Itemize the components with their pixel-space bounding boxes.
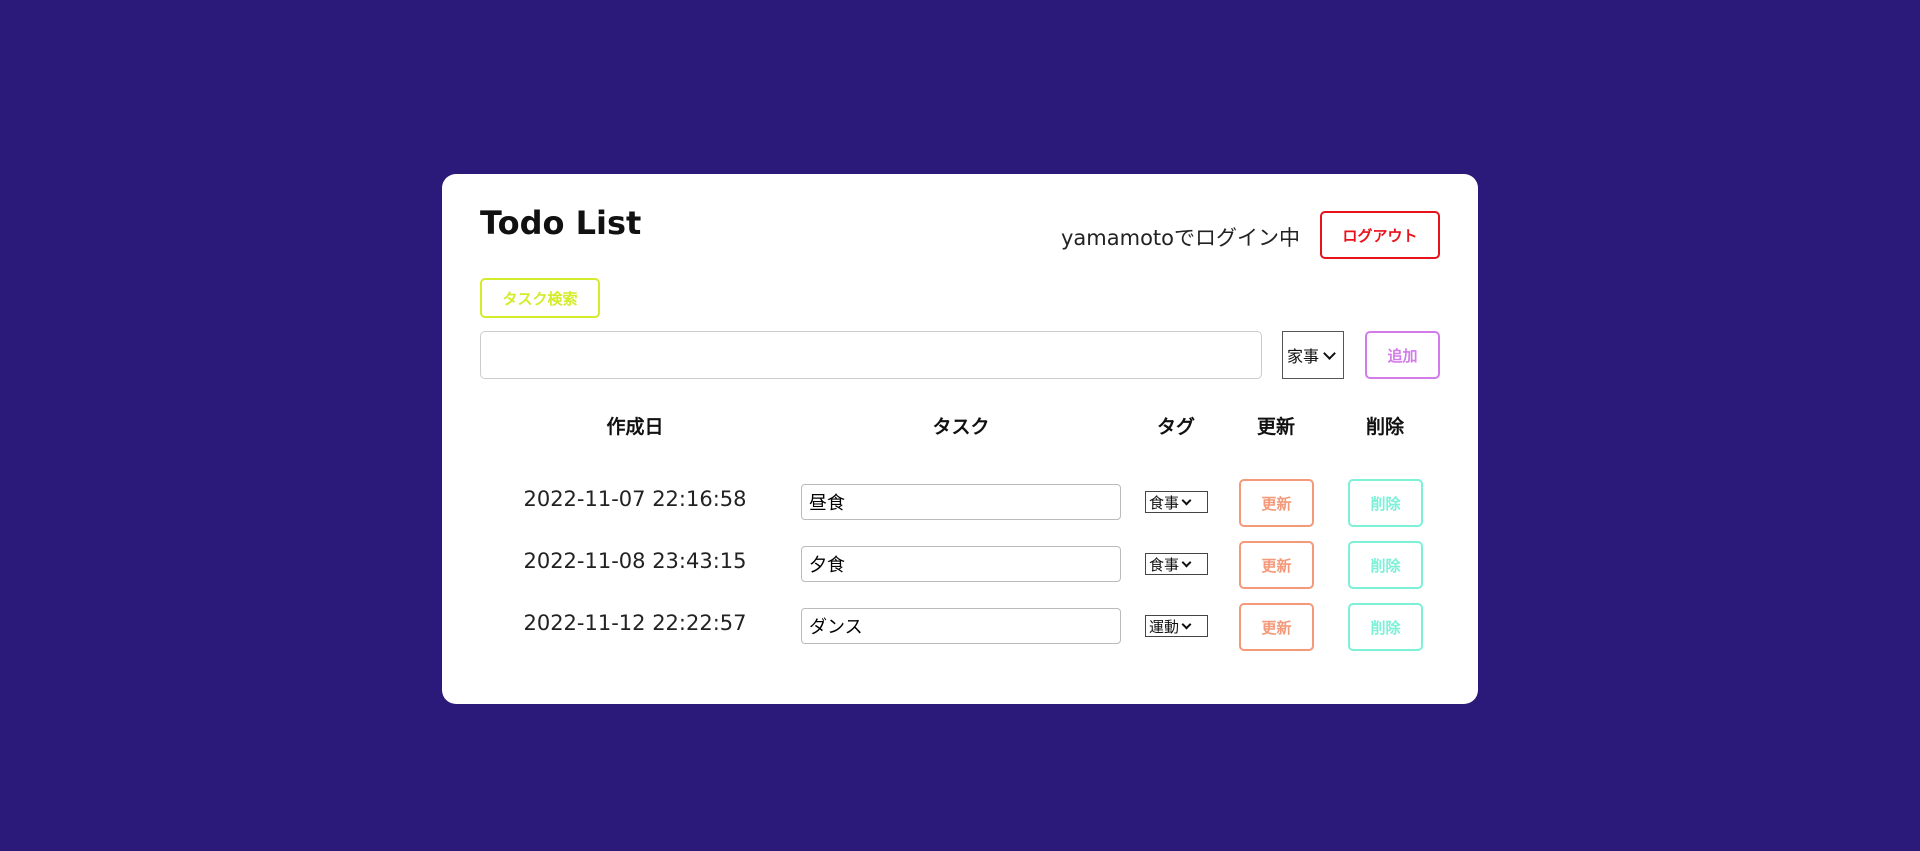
column-header-task: タスク: [932, 416, 990, 438]
column-header-update: 更新: [1256, 416, 1296, 438]
row-update-button[interactable]: 更新: [1239, 603, 1314, 651]
add-task-button[interactable]: 追加: [1365, 331, 1440, 379]
new-task-tag-value: 家事: [1287, 347, 1320, 366]
row-delete-button[interactable]: 削除: [1348, 479, 1423, 527]
row-created-date: 2022-11-08 23:43:15: [523, 549, 747, 573]
task-search-button[interactable]: タスク検索: [480, 278, 600, 318]
column-header-delete: 削除: [1365, 416, 1405, 438]
row-tag-value: 運動: [1149, 617, 1180, 636]
row-update-button[interactable]: 更新: [1239, 541, 1314, 589]
column-header-created: 作成日: [606, 416, 664, 438]
row-task-input[interactable]: [801, 484, 1121, 520]
chevron-down-icon: [1181, 495, 1192, 506]
row-delete-button[interactable]: 削除: [1348, 603, 1423, 651]
row-created-date: 2022-11-07 22:16:58: [523, 487, 747, 511]
page-title: Todo List: [480, 204, 642, 242]
login-status: yamamotoでログイン中: [1060, 226, 1300, 250]
row-tag-value: 食事: [1149, 493, 1180, 512]
logout-button[interactable]: ログアウト: [1320, 211, 1440, 259]
row-task-input[interactable]: [801, 608, 1121, 644]
row-created-date: 2022-11-12 22:22:57: [523, 611, 747, 635]
row-tag-value: 食事: [1149, 555, 1180, 574]
chevron-down-icon: [1323, 346, 1336, 360]
row-tag-select[interactable]: 運動: [1145, 615, 1208, 637]
todo-card: Todo List yamamotoでログイン中 ログアウト タスク検索 家事 …: [442, 174, 1478, 704]
chevron-down-icon: [1181, 619, 1192, 630]
chevron-down-icon: [1181, 557, 1192, 568]
column-header-tag: タグ: [1156, 416, 1196, 438]
table-row: 2022-11-07 22:16:58 食事 更新 削除: [442, 479, 1478, 529]
row-tag-select[interactable]: 食事: [1145, 491, 1208, 513]
new-task-tag-select[interactable]: 家事: [1282, 331, 1344, 379]
table-row: 2022-11-08 23:43:15 食事 更新 削除: [442, 541, 1478, 591]
new-task-input[interactable]: [480, 331, 1262, 379]
row-delete-button[interactable]: 削除: [1348, 541, 1423, 589]
row-update-button[interactable]: 更新: [1239, 479, 1314, 527]
table-row: 2022-11-12 22:22:57 運動 更新 削除: [442, 603, 1478, 653]
row-tag-select[interactable]: 食事: [1145, 553, 1208, 575]
row-task-input[interactable]: [801, 546, 1121, 582]
